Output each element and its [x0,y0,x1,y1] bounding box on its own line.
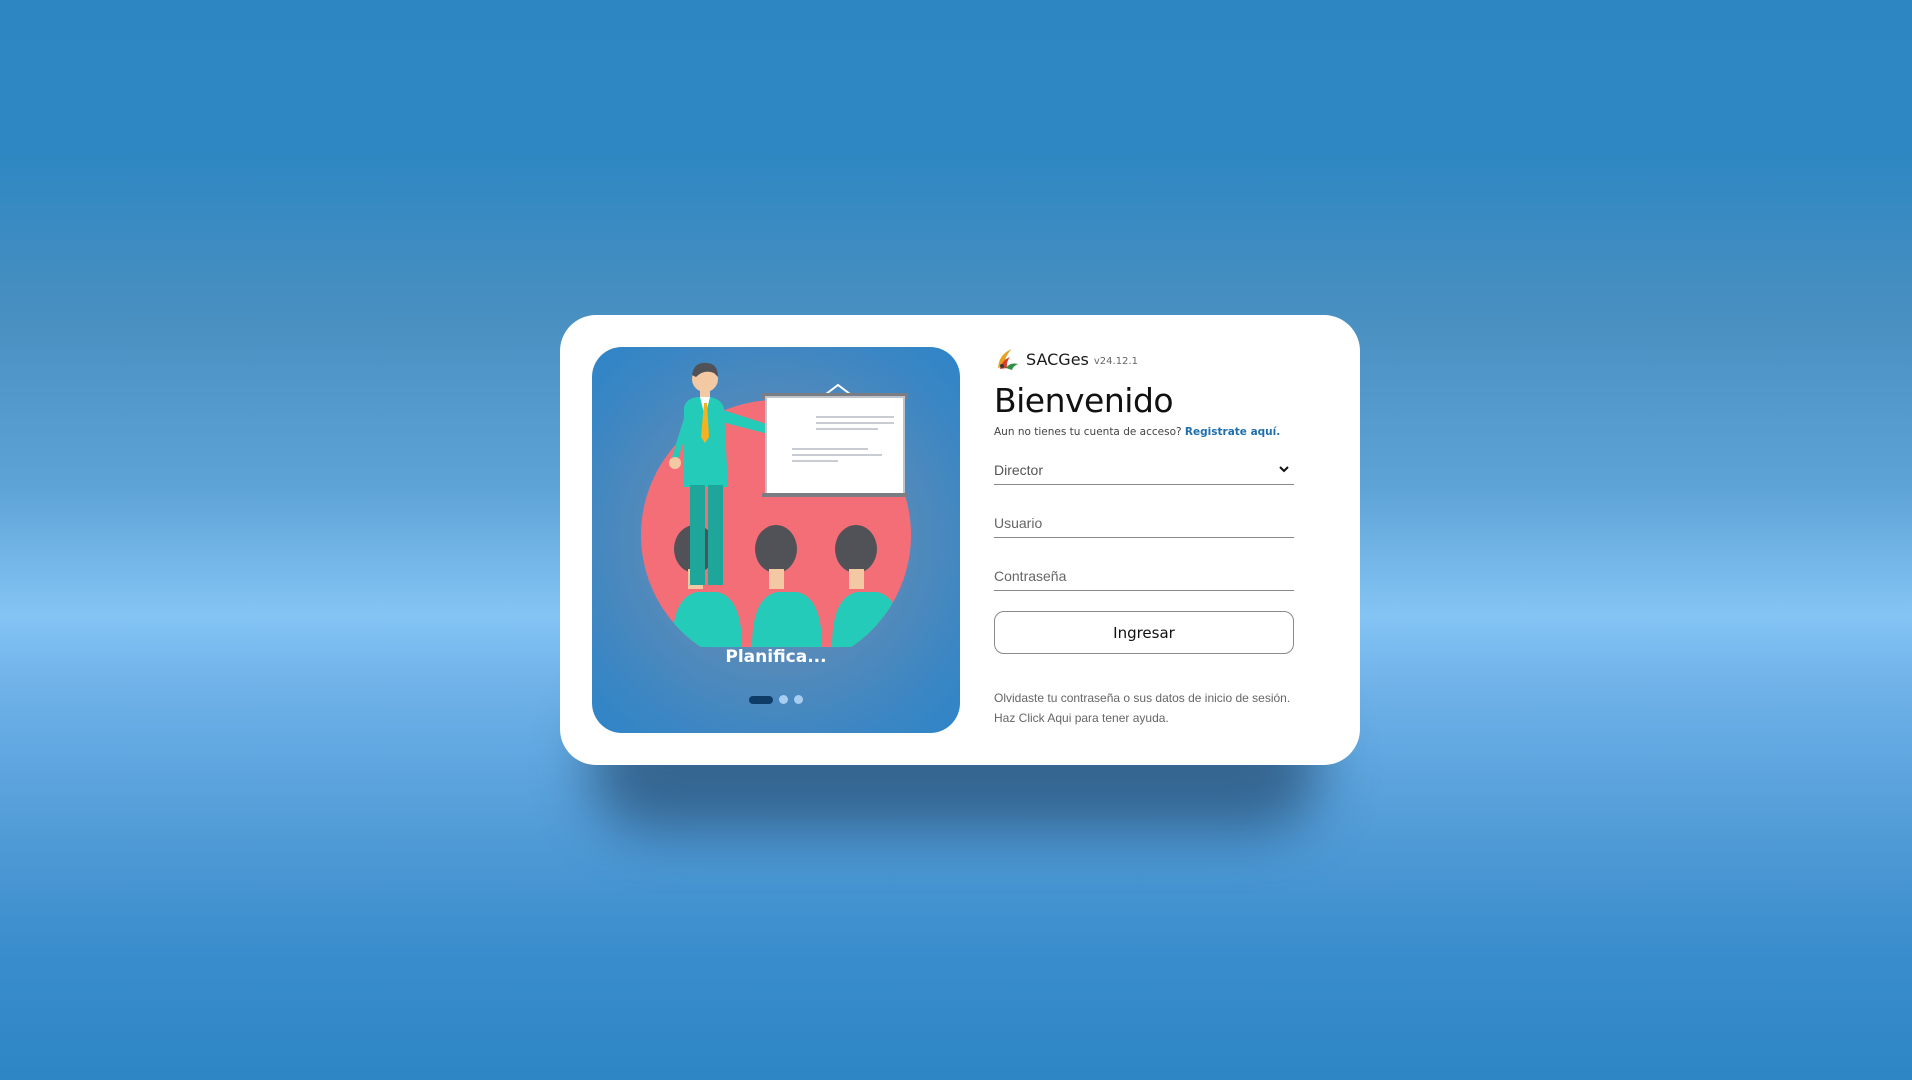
username-input[interactable] [994,509,1294,537]
role-select-field: Director [994,456,1294,485]
login-form: SACGes v24.12.1 Bienvenido Aun no tienes… [994,345,1294,728]
password-field [994,562,1294,591]
app-version: v24.12.1 [1093,355,1138,367]
slide-caption: Planifica... [725,647,827,667]
username-field [994,509,1294,538]
carousel-dot-2[interactable] [779,695,788,704]
whiteboard [762,383,908,497]
register-link[interactable]: Registrate aquí. [1185,426,1280,438]
brand-header: SACGes v24.12.1 [994,345,1294,373]
brand-name: SACGes [1026,349,1089,369]
carousel-dot-1[interactable] [749,695,773,704]
illustration-carousel: Planifica... [592,347,960,733]
carousel-indicators [592,695,960,704]
chevron-down-icon [1279,466,1289,473]
register-prompt-line: Aun no tienes tu cuenta de acceso? Regis… [994,426,1294,438]
register-prompt: Aun no tienes tu cuenta de acceso? [994,426,1182,438]
login-button[interactable]: Ingresar [994,611,1294,654]
help-link[interactable]: Haz Click Aqui para tener ayuda. [994,708,1294,728]
page-title: Bienvenido [994,381,1174,420]
help-line-1: Olvidaste tu contraseña o sus datos de i… [994,691,1291,705]
login-card: Planifica... SACGes v24.12.1 Bienvenido … [560,315,1360,765]
presentation-illustration [641,362,911,647]
role-select[interactable]: Director [994,456,1294,484]
help-text: Olvidaste tu contraseña o sus datos de i… [994,688,1294,728]
carousel-dot-3[interactable] [794,695,803,704]
sacges-logo-icon [998,349,1018,370]
password-input[interactable] [994,562,1294,590]
